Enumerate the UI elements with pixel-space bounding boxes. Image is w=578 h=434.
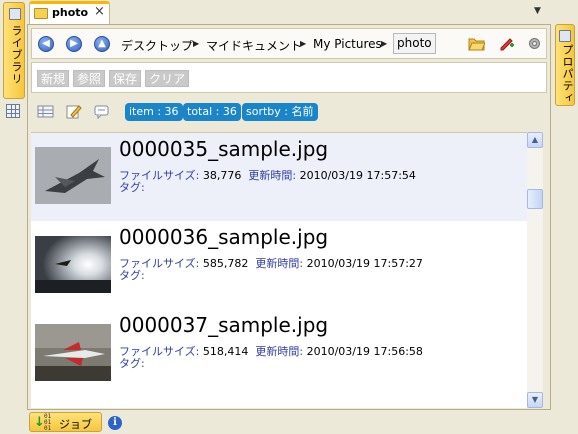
tab-photo[interactable]: photo × [29, 1, 110, 24]
tag-label: タグ: [119, 357, 145, 370]
file-tags: タグ: [119, 267, 145, 283]
library-icon [9, 8, 21, 20]
vertical-scrollbar[interactable]: ▲ ▼ [527, 132, 543, 408]
tag-label: タグ: [119, 269, 145, 282]
edit-tag-icon[interactable] [498, 36, 515, 51]
red-white-jet-photo [35, 324, 111, 381]
sortby-badge[interactable]: sortby : 名前 [242, 103, 318, 121]
info-icon[interactable]: i [108, 416, 122, 430]
file-name[interactable]: 0000035_sample.jpg [119, 137, 328, 161]
breadcrumb-current[interactable]: photo [393, 33, 436, 54]
up-arrow-icon[interactable]: ▲ [94, 36, 110, 52]
job-label: ジョブ [59, 418, 92, 431]
library-side-tab[interactable]: ライブラリ [3, 2, 25, 99]
file-date: 2010/03/19 17:57:54 [299, 169, 416, 182]
date-label: 更新時間: [248, 169, 297, 182]
filter-row: item : 36 total : 36 sortby : 名前 [31, 100, 547, 126]
item-count-badge: item : 36 [125, 103, 183, 121]
breadcrumb-separator-icon: ▶ [300, 39, 307, 48]
date-label: 更新時間: [255, 257, 304, 270]
list-item[interactable]: 0000035_sample.jpg ファイルサイズ: 38,776 更新時間:… [31, 133, 527, 221]
file-date: 2010/03/19 17:57:27 [306, 257, 423, 270]
chevron-down-icon[interactable]: ▼ [534, 6, 541, 16]
save-button[interactable]: 保存 [109, 70, 142, 87]
settings-gear-icon[interactable] [526, 36, 543, 51]
comment-icon[interactable] [93, 104, 110, 119]
edit-note-icon[interactable] [65, 104, 82, 119]
tab-title: photo [52, 6, 89, 19]
file-meta: ファイルサイズ: 518,414 更新時間: 2010/03/19 17:56:… [119, 343, 423, 359]
breadcrumb-desktop[interactable]: デスクトップ [121, 37, 193, 54]
scroll-down-icon[interactable]: ▼ [527, 392, 543, 408]
file-name[interactable]: 0000036_sample.jpg [119, 225, 328, 249]
file-meta: ファイルサイズ: 585,782 更新時間: 2010/03/19 17:57:… [119, 255, 423, 271]
file-size: 38,776 [202, 169, 242, 182]
breadcrumb-separator-icon: ▶ [193, 39, 200, 48]
back-arrow-icon[interactable]: ◀ [38, 36, 54, 52]
folder-icon [34, 8, 48, 19]
file-size: 585,782 [202, 257, 249, 270]
forward-arrow-icon[interactable]: ▶ [66, 36, 82, 52]
main-panel: photo × ▼ ◀ ▶ ▲ デスクトップ ▶ マイドキュメント ▶ My P… [27, 0, 551, 410]
fighter-jet-photo [35, 147, 111, 204]
list-view-icon[interactable] [37, 104, 54, 119]
file-name[interactable]: 0000037_sample.jpg [119, 313, 328, 337]
property-icon [559, 30, 571, 42]
scroll-up-icon[interactable]: ▲ [527, 132, 543, 148]
file-tags: タグ: [119, 355, 145, 371]
content-frame: ◀ ▶ ▲ デスクトップ ▶ マイドキュメント ▶ My Pictures ▶ … [27, 24, 551, 410]
browse-button[interactable]: 参照 [73, 70, 106, 87]
breadcrumb-separator-icon: ▶ [381, 39, 388, 48]
clear-button[interactable]: クリア [145, 70, 190, 87]
file-tags: タグ: [119, 179, 145, 195]
total-count-badge: total : 36 [183, 103, 241, 121]
file-meta: ファイルサイズ: 38,776 更新時間: 2010/03/19 17:57:5… [119, 167, 416, 183]
date-label: 更新時間: [255, 345, 304, 358]
file-list: 0000035_sample.jpg ファイルサイズ: 38,776 更新時間:… [31, 132, 527, 408]
binary-icon: 01 01 01 [44, 413, 52, 432]
breadcrumb-my-pictures[interactable]: My Pictures [313, 37, 382, 51]
search-row: 新規 参照 保存 クリア [31, 62, 547, 93]
tag-label: タグ: [119, 181, 145, 194]
job-tab[interactable]: ↓ 01 01 01 ジョブ [29, 412, 102, 432]
property-tab-label: プロパティ [561, 44, 574, 104]
list-item[interactable]: 0000036_sample.jpg ファイルサイズ: 585,782 更新時間… [31, 221, 527, 309]
tab-bar: photo × ▼ [27, 0, 551, 24]
list-item[interactable]: 0000037_sample.jpg ファイルサイズ: 518,414 更新時間… [31, 309, 527, 397]
file-date: 2010/03/19 17:56:58 [306, 345, 423, 358]
library-tab-label: ライブラリ [10, 25, 23, 85]
navigation-bar: ◀ ▶ ▲ デスクトップ ▶ マイドキュメント ▶ My Pictures ▶ … [31, 28, 547, 59]
grid-view-icon[interactable] [6, 104, 20, 118]
new-button[interactable]: 新規 [37, 70, 70, 87]
scroll-thumb[interactable] [527, 189, 543, 209]
jet-sunset-photo [35, 236, 111, 293]
breadcrumb-my-documents[interactable]: マイドキュメント [206, 37, 302, 54]
open-folder-icon[interactable] [468, 36, 485, 51]
property-side-tab[interactable]: プロパティ [555, 24, 575, 106]
file-size: 518,414 [202, 345, 249, 358]
close-icon[interactable]: × [94, 4, 105, 19]
